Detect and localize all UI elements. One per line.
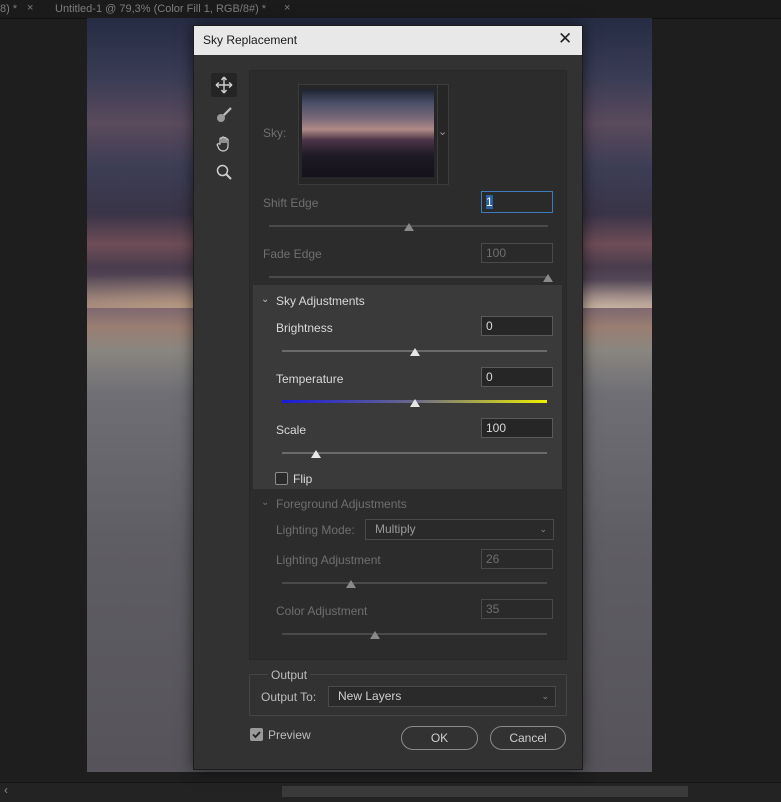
scale-slider-thumb[interactable]	[311, 450, 322, 458]
lighting-mode-label: Lighting Mode:	[276, 523, 355, 537]
scroll-left-arrow-icon[interactable]: ‹	[4, 783, 8, 797]
tab-close-icon[interactable]: ×	[284, 0, 290, 18]
color-adjustment-slider-track[interactable]	[282, 633, 547, 635]
dialog-title: Sky Replacement	[203, 33, 298, 47]
ok-button[interactable]: OK	[401, 726, 478, 750]
sky-replacement-dialog: Sky Replacement ✕ Sky: ⌄ Shift Edge 1 Fa…	[193, 25, 583, 770]
brightness-slider-thumb[interactable]	[409, 348, 420, 356]
horizontal-scrollbar-thumb[interactable]	[282, 786, 688, 797]
shift-edge-label: Shift Edge	[263, 196, 319, 210]
preview-label[interactable]: Preview	[268, 728, 311, 742]
move-icon	[215, 76, 233, 94]
sky-preset-picker[interactable]: ⌄	[298, 84, 449, 185]
preview-checkbox[interactable]	[250, 728, 263, 741]
output-to-select[interactable]: New Layers ⌄	[328, 686, 556, 707]
flip-label[interactable]: Flip	[293, 472, 312, 486]
hand-tool[interactable]	[211, 132, 237, 156]
foreground-adjustments-header[interactable]: Foreground Adjustments	[276, 497, 407, 511]
close-icon[interactable]: ✕	[558, 30, 572, 48]
lighting-adjustment-input[interactable]: 26	[481, 549, 553, 569]
lighting-mode-select[interactable]: Multiply ⌄	[365, 519, 554, 540]
zoom-tool[interactable]	[211, 160, 237, 184]
document-tab-bar: 8) * × Untitled-1 @ 79,3% (Color Fill 1,…	[0, 0, 781, 19]
output-title: Output	[268, 668, 311, 682]
flip-checkbox[interactable]	[275, 472, 288, 485]
shift-edge-input[interactable]: 1	[481, 191, 553, 213]
chevron-down-icon[interactable]: ⌄	[261, 497, 269, 508]
scale-slider-track[interactable]	[282, 452, 547, 454]
chevron-down-icon[interactable]: ⌄	[261, 294, 269, 305]
sky-brush-tool[interactable]	[211, 103, 237, 127]
fade-edge-slider-thumb[interactable]	[543, 274, 553, 282]
chevron-down-icon[interactable]: ⌄	[438, 125, 447, 138]
tab-close-icon[interactable]: ×	[27, 0, 33, 18]
temperature-label: Temperature	[276, 372, 344, 386]
lighting-mode-value: Multiply	[375, 522, 416, 536]
shift-edge-value: 1	[486, 195, 493, 209]
color-adjustment-label: Color Adjustment	[276, 604, 368, 618]
chevron-down-icon: ⌄	[541, 691, 549, 701]
temperature-input[interactable]: 0	[481, 367, 553, 387]
document-tab-1[interactable]: 8) *	[0, 0, 17, 18]
checkmark-icon	[252, 731, 261, 739]
temperature-slider-thumb[interactable]	[409, 399, 420, 407]
output-to-value: New Layers	[338, 689, 402, 703]
fade-edge-input[interactable]: 100	[481, 243, 553, 263]
zoom-icon	[216, 164, 232, 180]
scale-input[interactable]: 100	[481, 418, 553, 438]
output-to-label: Output To:	[261, 690, 317, 704]
move-sky-tool[interactable]	[211, 73, 237, 97]
cancel-button[interactable]: Cancel	[490, 726, 566, 750]
brightness-label: Brightness	[276, 321, 333, 335]
brightness-input[interactable]: 0	[481, 316, 553, 336]
lighting-adjustment-slider-track[interactable]	[282, 582, 547, 584]
dialog-title-bar[interactable]: Sky Replacement ✕	[194, 26, 582, 55]
sky-thumbnail[interactable]	[302, 89, 434, 177]
document-tab-2[interactable]: Untitled-1 @ 79,3% (Color Fill 1, RGB/8#…	[55, 0, 266, 18]
lighting-adjustment-slider-thumb[interactable]	[345, 580, 356, 588]
sky-adjustments-header[interactable]: Sky Adjustments	[276, 294, 365, 308]
lighting-adjustment-label: Lighting Adjustment	[276, 553, 381, 567]
fade-edge-label: Fade Edge	[263, 247, 322, 261]
chevron-down-icon: ⌄	[539, 524, 547, 534]
color-adjustment-input[interactable]: 35	[481, 599, 553, 619]
sky-label: Sky:	[263, 126, 287, 140]
shift-edge-slider-thumb[interactable]	[403, 223, 414, 231]
scale-label: Scale	[276, 423, 307, 437]
fade-edge-slider-track[interactable]	[269, 276, 548, 278]
sky-brush-icon	[217, 107, 232, 122]
color-adjustment-slider-thumb[interactable]	[369, 631, 380, 639]
hand-icon	[216, 136, 229, 152]
